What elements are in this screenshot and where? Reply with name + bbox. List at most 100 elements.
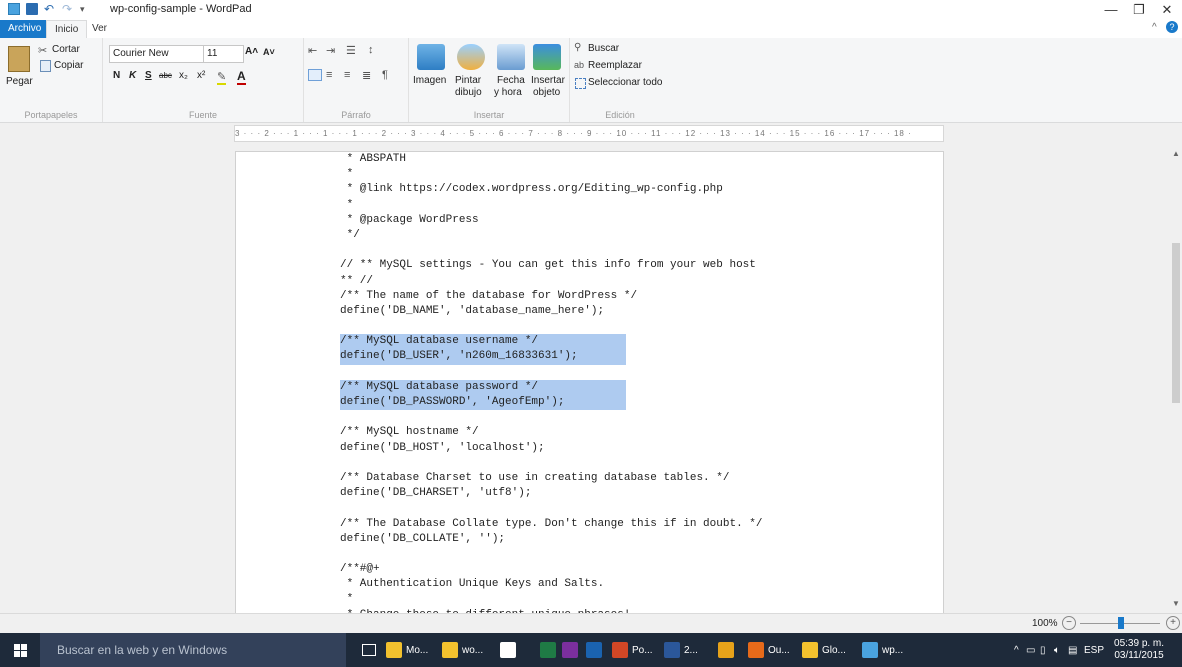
shrink-font-icon[interactable]: A˅ xyxy=(263,47,275,57)
document-line[interactable]: // ** MySQL settings - You can get this … xyxy=(340,258,762,273)
document-line[interactable]: ** // xyxy=(340,274,762,289)
align-right-icon[interactable]: ≡ xyxy=(344,69,350,81)
clock[interactable]: 05:39 p. m. 03/11/2015 xyxy=(1114,638,1164,662)
scroll-down-icon[interactable]: ▼ xyxy=(1172,599,1180,608)
document-line[interactable] xyxy=(340,243,762,258)
taskbar-item[interactable] xyxy=(562,633,582,667)
document-line[interactable] xyxy=(340,365,762,380)
scroll-up-icon[interactable]: ▲ xyxy=(1172,149,1180,158)
decrease-indent-icon[interactable]: ⇤ xyxy=(308,44,317,57)
bullets-icon[interactable]: ☰ xyxy=(346,44,356,57)
align-center-icon[interactable]: ≡ xyxy=(326,69,332,81)
superscript-button[interactable]: x² xyxy=(197,70,205,81)
highlight-color-icon[interactable]: ✎ xyxy=(217,70,227,85)
minimize-button[interactable]: — xyxy=(1096,2,1126,17)
taskbar-item[interactable]: Glo... xyxy=(802,633,846,667)
show-hidden-icons-icon[interactable]: ^ xyxy=(1014,645,1026,656)
start-button[interactable] xyxy=(0,633,40,667)
document-line[interactable] xyxy=(340,456,762,471)
language-indicator[interactable]: ESP xyxy=(1084,645,1104,656)
taskbar-item[interactable] xyxy=(586,633,606,667)
action-center-icon[interactable]: ▤ xyxy=(1068,645,1082,656)
minimize-ribbon-icon[interactable]: ^ xyxy=(1152,22,1157,33)
taskbar-search-box[interactable]: Buscar en la web y en Windows xyxy=(40,633,346,667)
grow-font-icon[interactable]: A˄ xyxy=(245,46,258,57)
scroll-thumb[interactable] xyxy=(1172,243,1180,403)
italic-button[interactable]: K xyxy=(129,70,136,81)
document-line[interactable]: define('DB_NAME', 'database_name_here'); xyxy=(340,304,762,319)
taskbar-item[interactable]: Ou... xyxy=(748,633,790,667)
insert-object-icon[interactable] xyxy=(533,44,561,70)
cut-icon[interactable]: ✂ xyxy=(38,44,47,57)
undo-icon[interactable]: ↶ xyxy=(44,3,56,15)
document-line[interactable]: * @link https://codex.wordpress.org/Edit… xyxy=(340,182,762,197)
paint-drawing-icon[interactable] xyxy=(457,44,485,70)
font-size-select[interactable]: 11 xyxy=(203,45,244,63)
copy-icon[interactable] xyxy=(40,60,51,72)
taskbar-item[interactable]: 2... xyxy=(664,633,698,667)
font-family-select[interactable]: Courier New xyxy=(109,45,204,63)
taskbar-item[interactable]: Mo... xyxy=(386,633,428,667)
document-line[interactable]: * @package WordPress xyxy=(340,213,762,228)
calendar-icon[interactable] xyxy=(497,44,525,70)
paint-drawing-label-1[interactable]: Pintar xyxy=(455,75,481,86)
line-spacing-icon[interactable]: ↕ xyxy=(368,44,374,56)
replace-button[interactable]: Reemplazar xyxy=(588,60,642,71)
tab-file[interactable]: Archivo xyxy=(0,20,50,38)
volume-icon[interactable]: 🔈︎ xyxy=(1054,645,1068,656)
document-line[interactable] xyxy=(340,319,762,334)
battery-icon[interactable]: ▯ xyxy=(1040,645,1054,656)
document-line[interactable]: /**#@+ xyxy=(340,562,762,577)
document-line[interactable]: define('DB_COLLATE', ''); xyxy=(340,532,762,547)
paint-drawing-label-2[interactable]: dibujo xyxy=(455,87,482,98)
align-left-icon[interactable] xyxy=(308,69,322,81)
tab-home[interactable]: Inicio xyxy=(46,20,88,38)
taskbar-item[interactable] xyxy=(540,633,560,667)
document-line[interactable]: * xyxy=(340,592,762,607)
taskbar-item[interactable]: wo... xyxy=(442,633,483,667)
insert-object-label-1[interactable]: Insertar xyxy=(531,75,565,86)
save-icon[interactable] xyxy=(26,3,38,15)
date-time-label-1[interactable]: Fecha xyxy=(497,75,525,86)
zoom-out-icon[interactable]: − xyxy=(1062,616,1076,630)
zoom-in-icon[interactable]: + xyxy=(1166,616,1180,630)
taskbar-item[interactable]: Po... xyxy=(612,633,653,667)
find-button[interactable]: Buscar xyxy=(588,43,619,54)
document-line[interactable]: /** MySQL hostname */ xyxy=(340,425,762,440)
vertical-scrollbar[interactable]: ▲ ▼ xyxy=(1170,143,1182,613)
taskbar-item[interactable] xyxy=(500,633,520,667)
task-view-icon[interactable] xyxy=(362,644,376,656)
ruler[interactable]: 3 · · · 2 · · · 1 · · · 1 · · · 1 · · · … xyxy=(234,125,944,142)
replace-icon[interactable]: ab xyxy=(574,60,584,70)
document-line[interactable]: /** Database Charset to use in creating … xyxy=(340,471,762,486)
document-line[interactable]: * ABSPATH xyxy=(340,152,762,167)
bold-button[interactable]: N xyxy=(113,70,120,81)
document-line[interactable]: * xyxy=(340,198,762,213)
document-line[interactable]: * Authentication Unique Keys and Salts. xyxy=(340,577,762,592)
document-line[interactable]: /** MySQL database username */ xyxy=(340,334,762,350)
paste-icon[interactable] xyxy=(8,46,30,72)
underline-button[interactable]: S xyxy=(145,70,152,81)
paragraph-settings-icon[interactable]: ¶ xyxy=(382,69,388,81)
cut-button[interactable]: Cortar xyxy=(52,44,80,55)
document-page[interactable]: * ABSPATH * * @link https://codex.wordpr… xyxy=(235,151,944,613)
document-line[interactable]: /** MySQL database password */ xyxy=(340,379,762,396)
close-button[interactable]: ✕ xyxy=(1152,2,1182,18)
customize-quick-access-icon[interactable]: ▾ xyxy=(80,3,92,15)
document-text[interactable]: * ABSPATH * * @link https://codex.wordpr… xyxy=(340,152,762,613)
taskbar-item[interactable] xyxy=(718,633,738,667)
insert-image-button[interactable]: Imagen xyxy=(413,75,446,86)
justify-icon[interactable]: ≣ xyxy=(362,69,371,82)
document-line[interactable]: define('DB_USER', 'n260m_16833631'); xyxy=(340,349,762,365)
insert-object-label-2[interactable]: objeto xyxy=(533,87,560,98)
document-line[interactable] xyxy=(340,501,762,516)
zoom-slider-thumb[interactable] xyxy=(1118,617,1124,629)
taskbar-item[interactable]: wp... xyxy=(862,633,903,667)
font-color-icon[interactable]: A xyxy=(237,69,246,85)
find-icon[interactable]: ⚲ xyxy=(574,42,581,53)
select-all-button[interactable]: Seleccionar todo xyxy=(588,77,663,88)
copy-button[interactable]: Copiar xyxy=(54,60,83,71)
date-time-label-2[interactable]: y hora xyxy=(494,87,522,98)
strikethrough-button[interactable]: abc xyxy=(159,71,172,80)
increase-indent-icon[interactable]: ⇥ xyxy=(326,44,335,57)
